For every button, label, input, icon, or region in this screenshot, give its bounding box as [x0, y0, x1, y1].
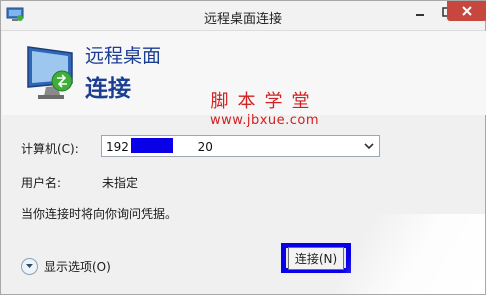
- connect-label: 连接(N): [287, 246, 345, 270]
- expand-circle-icon: [21, 257, 38, 275]
- username-label: 用户名:: [21, 176, 62, 190]
- remote-desktop-window: 远程桌面连接 远程桌面 连接 脚本学堂 www.jbxue.com 计算机(C)…: [0, 0, 486, 295]
- username-value: 未指定: [102, 176, 139, 190]
- title-bar[interactable]: 远程桌面连接: [1, 1, 486, 31]
- minimize-icon: [415, 14, 424, 16]
- remote-desktop-monitor-icon: [27, 46, 73, 99]
- credential-hint: 当你连接时将向你询问凭据。: [21, 207, 178, 221]
- close-button[interactable]: [447, 1, 486, 21]
- header-banner: 远程桌面 连接 脚本学堂 www.jbxue.com: [2, 31, 486, 128]
- corner-fade-overlay: [335, 214, 485, 294]
- redaction-box: [131, 138, 173, 153]
- watermark: 脚本学堂 www.jbxue.com: [210, 87, 319, 128]
- computer-label: 计算机(C):: [21, 142, 79, 156]
- connect-button[interactable]: 连接(N): [281, 243, 351, 273]
- header-title-line2: 连接: [85, 76, 131, 102]
- chevron-down-icon: [364, 143, 374, 150]
- close-icon: [462, 6, 472, 16]
- show-options-toggle[interactable]: 显示选项(O): [21, 257, 111, 275]
- combobox-dropdown-button[interactable]: [362, 139, 376, 153]
- show-options-label: 显示选项(O): [44, 259, 111, 274]
- minimize-button[interactable]: [406, 1, 433, 23]
- watermark-url: www.jbxue.com: [210, 113, 320, 128]
- watermark-text: 脚本学堂: [210, 91, 319, 112]
- header-title-line1: 远程桌面: [85, 45, 162, 67]
